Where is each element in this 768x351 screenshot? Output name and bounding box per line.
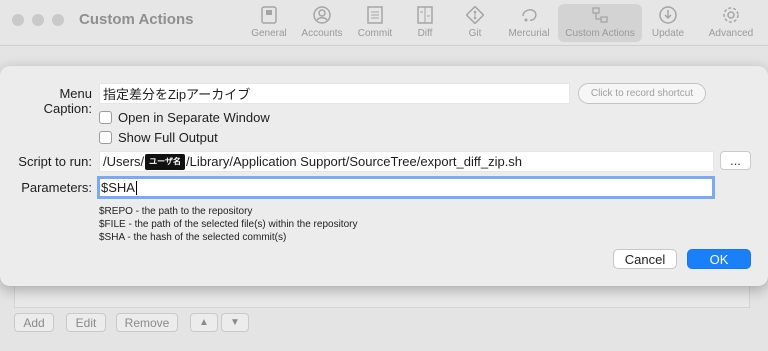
close-window-button[interactable] [12, 14, 24, 26]
edit-action-button[interactable]: Edit [66, 313, 106, 332]
gear-icon [721, 6, 741, 24]
parameters-field[interactable]: $SHA [97, 176, 715, 199]
remove-action-button[interactable]: Remove [116, 313, 178, 332]
toolbar-accounts[interactable]: Accounts [298, 4, 346, 42]
show-full-output-checkbox[interactable]: Show Full Output [99, 130, 218, 145]
help-text-file: $FILE - the path of the selected file(s)… [99, 219, 358, 230]
open-separate-window-checkbox[interactable]: Open in Separate Window [99, 110, 270, 125]
diff-icon [415, 6, 435, 24]
window-title: Custom Actions [79, 11, 194, 28]
help-text-repo: $REPO - the path to the repository [99, 206, 253, 217]
toolbar-advanced-label: Advanced [708, 28, 754, 39]
download-icon [658, 6, 678, 24]
toolbar-mercurial-label: Mercurial [508, 28, 550, 39]
toolbar-accounts-label: Accounts [301, 28, 343, 39]
checkbox-box[interactable] [99, 111, 112, 124]
document-icon [365, 6, 385, 24]
toolbar-git[interactable]: Git [458, 4, 492, 42]
toolbar-git-label: Git [468, 28, 482, 39]
toolbar-general-label: General [251, 28, 287, 39]
git-icon [465, 6, 485, 24]
cancel-button[interactable]: Cancel [613, 249, 677, 269]
menu-caption-value: 指定差分をZipアーカイブ [103, 87, 251, 102]
parameters-label: Parameters: [21, 180, 92, 195]
script-path-prefix: /Users/ [103, 154, 145, 169]
toolbar-update-label: Update [651, 28, 685, 39]
add-action-button[interactable]: Add [14, 313, 54, 332]
move-up-button[interactable]: ▲ [190, 313, 218, 332]
minimize-window-button[interactable] [32, 14, 44, 26]
open-separate-window-label: Open in Separate Window [118, 110, 270, 125]
checkbox-box[interactable] [99, 131, 112, 144]
toolbar-diff-label: Diff [417, 28, 433, 39]
redacted-username: ユーザ名 [145, 153, 186, 170]
toolbar-commit-label: Commit [357, 28, 393, 39]
toolbar-commit[interactable]: Commit [354, 4, 396, 42]
script-path-suffix: /Library/Application Support/SourceTree/… [186, 154, 523, 169]
titlebar: Custom Actions General Accounts Commit D… [0, 0, 768, 46]
ok-button[interactable]: OK [687, 249, 751, 269]
script-to-run-label: Script to run: [18, 154, 92, 169]
menu-caption-label: Menu Caption: [43, 86, 92, 116]
menu-caption-field[interactable]: 指定差分をZipアーカイブ [99, 83, 570, 104]
move-down-button[interactable]: ▼ [221, 313, 249, 332]
toolbar-custom-actions-label: Custom Actions [565, 28, 635, 39]
toolbar-mercurial[interactable]: Mercurial [504, 4, 554, 42]
parameters-value: $SHA [101, 180, 135, 195]
person-icon [312, 6, 332, 24]
script-path-field[interactable]: /Users/ユーザ名/Library/Application Support/… [99, 151, 714, 172]
toolbar-update[interactable]: Update [648, 4, 688, 42]
custom-actions-icon [590, 6, 610, 24]
toolbar-diff[interactable]: Diff [408, 4, 442, 42]
toolbar-advanced[interactable]: Advanced [704, 4, 758, 42]
show-full-output-label: Show Full Output [118, 130, 218, 145]
record-shortcut-button[interactable]: Click to record shortcut [578, 83, 706, 104]
edit-custom-action-sheet: Menu Caption: 指定差分をZipアーカイブ Click to rec… [0, 66, 768, 286]
zoom-window-button[interactable] [52, 14, 64, 26]
browse-script-button[interactable]: ... [720, 151, 751, 170]
toolbar-custom-actions[interactable]: Custom Actions [558, 4, 642, 42]
help-text-sha: $SHA - the hash of the selected commit(s… [99, 232, 287, 243]
text-caret [135, 180, 137, 195]
switch-icon [259, 6, 279, 24]
toolbar-general[interactable]: General [248, 4, 290, 42]
mercurial-icon [519, 6, 539, 24]
